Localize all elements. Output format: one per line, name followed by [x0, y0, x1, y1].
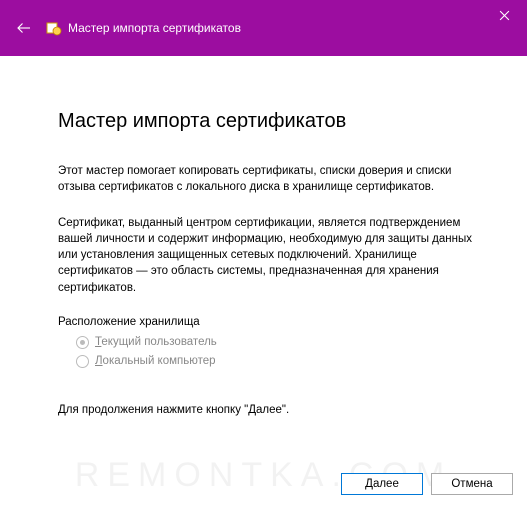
next-button[interactable]: Далее — [341, 473, 423, 495]
storage-location-label: Расположение хранилища — [58, 316, 477, 328]
titlebar: Мастер импорта сертификатов — [0, 0, 527, 56]
close-button[interactable] — [481, 0, 527, 30]
intro-text: Этот мастер помогает копировать сертифик… — [58, 163, 477, 195]
window-title: Мастер импорта сертификатов — [68, 21, 241, 35]
back-button[interactable] — [4, 8, 44, 48]
radio-input-local-computer — [76, 355, 89, 368]
wizard-content: Мастер импорта сертификатов Этот мастер … — [0, 56, 527, 416]
certificate-wizard-icon — [46, 20, 62, 36]
radio-current-user: Текущий пользователь — [76, 336, 477, 349]
page-heading: Мастер импорта сертификатов — [58, 110, 477, 133]
radio-input-current-user — [76, 336, 89, 349]
radio-label-current-user: Текущий пользователь — [95, 336, 217, 348]
storage-location-group: Текущий пользователь Локальный компьютер — [76, 336, 477, 368]
continue-hint: Для продолжения нажмите кнопку "Далее". — [58, 404, 477, 416]
description-text: Сертификат, выданный центром сертификаци… — [58, 215, 477, 295]
radio-label-local-computer: Локальный компьютер — [95, 355, 216, 367]
radio-local-computer: Локальный компьютер — [76, 355, 477, 368]
button-bar: Далее Отмена — [341, 473, 513, 495]
cancel-button[interactable]: Отмена — [431, 473, 513, 495]
